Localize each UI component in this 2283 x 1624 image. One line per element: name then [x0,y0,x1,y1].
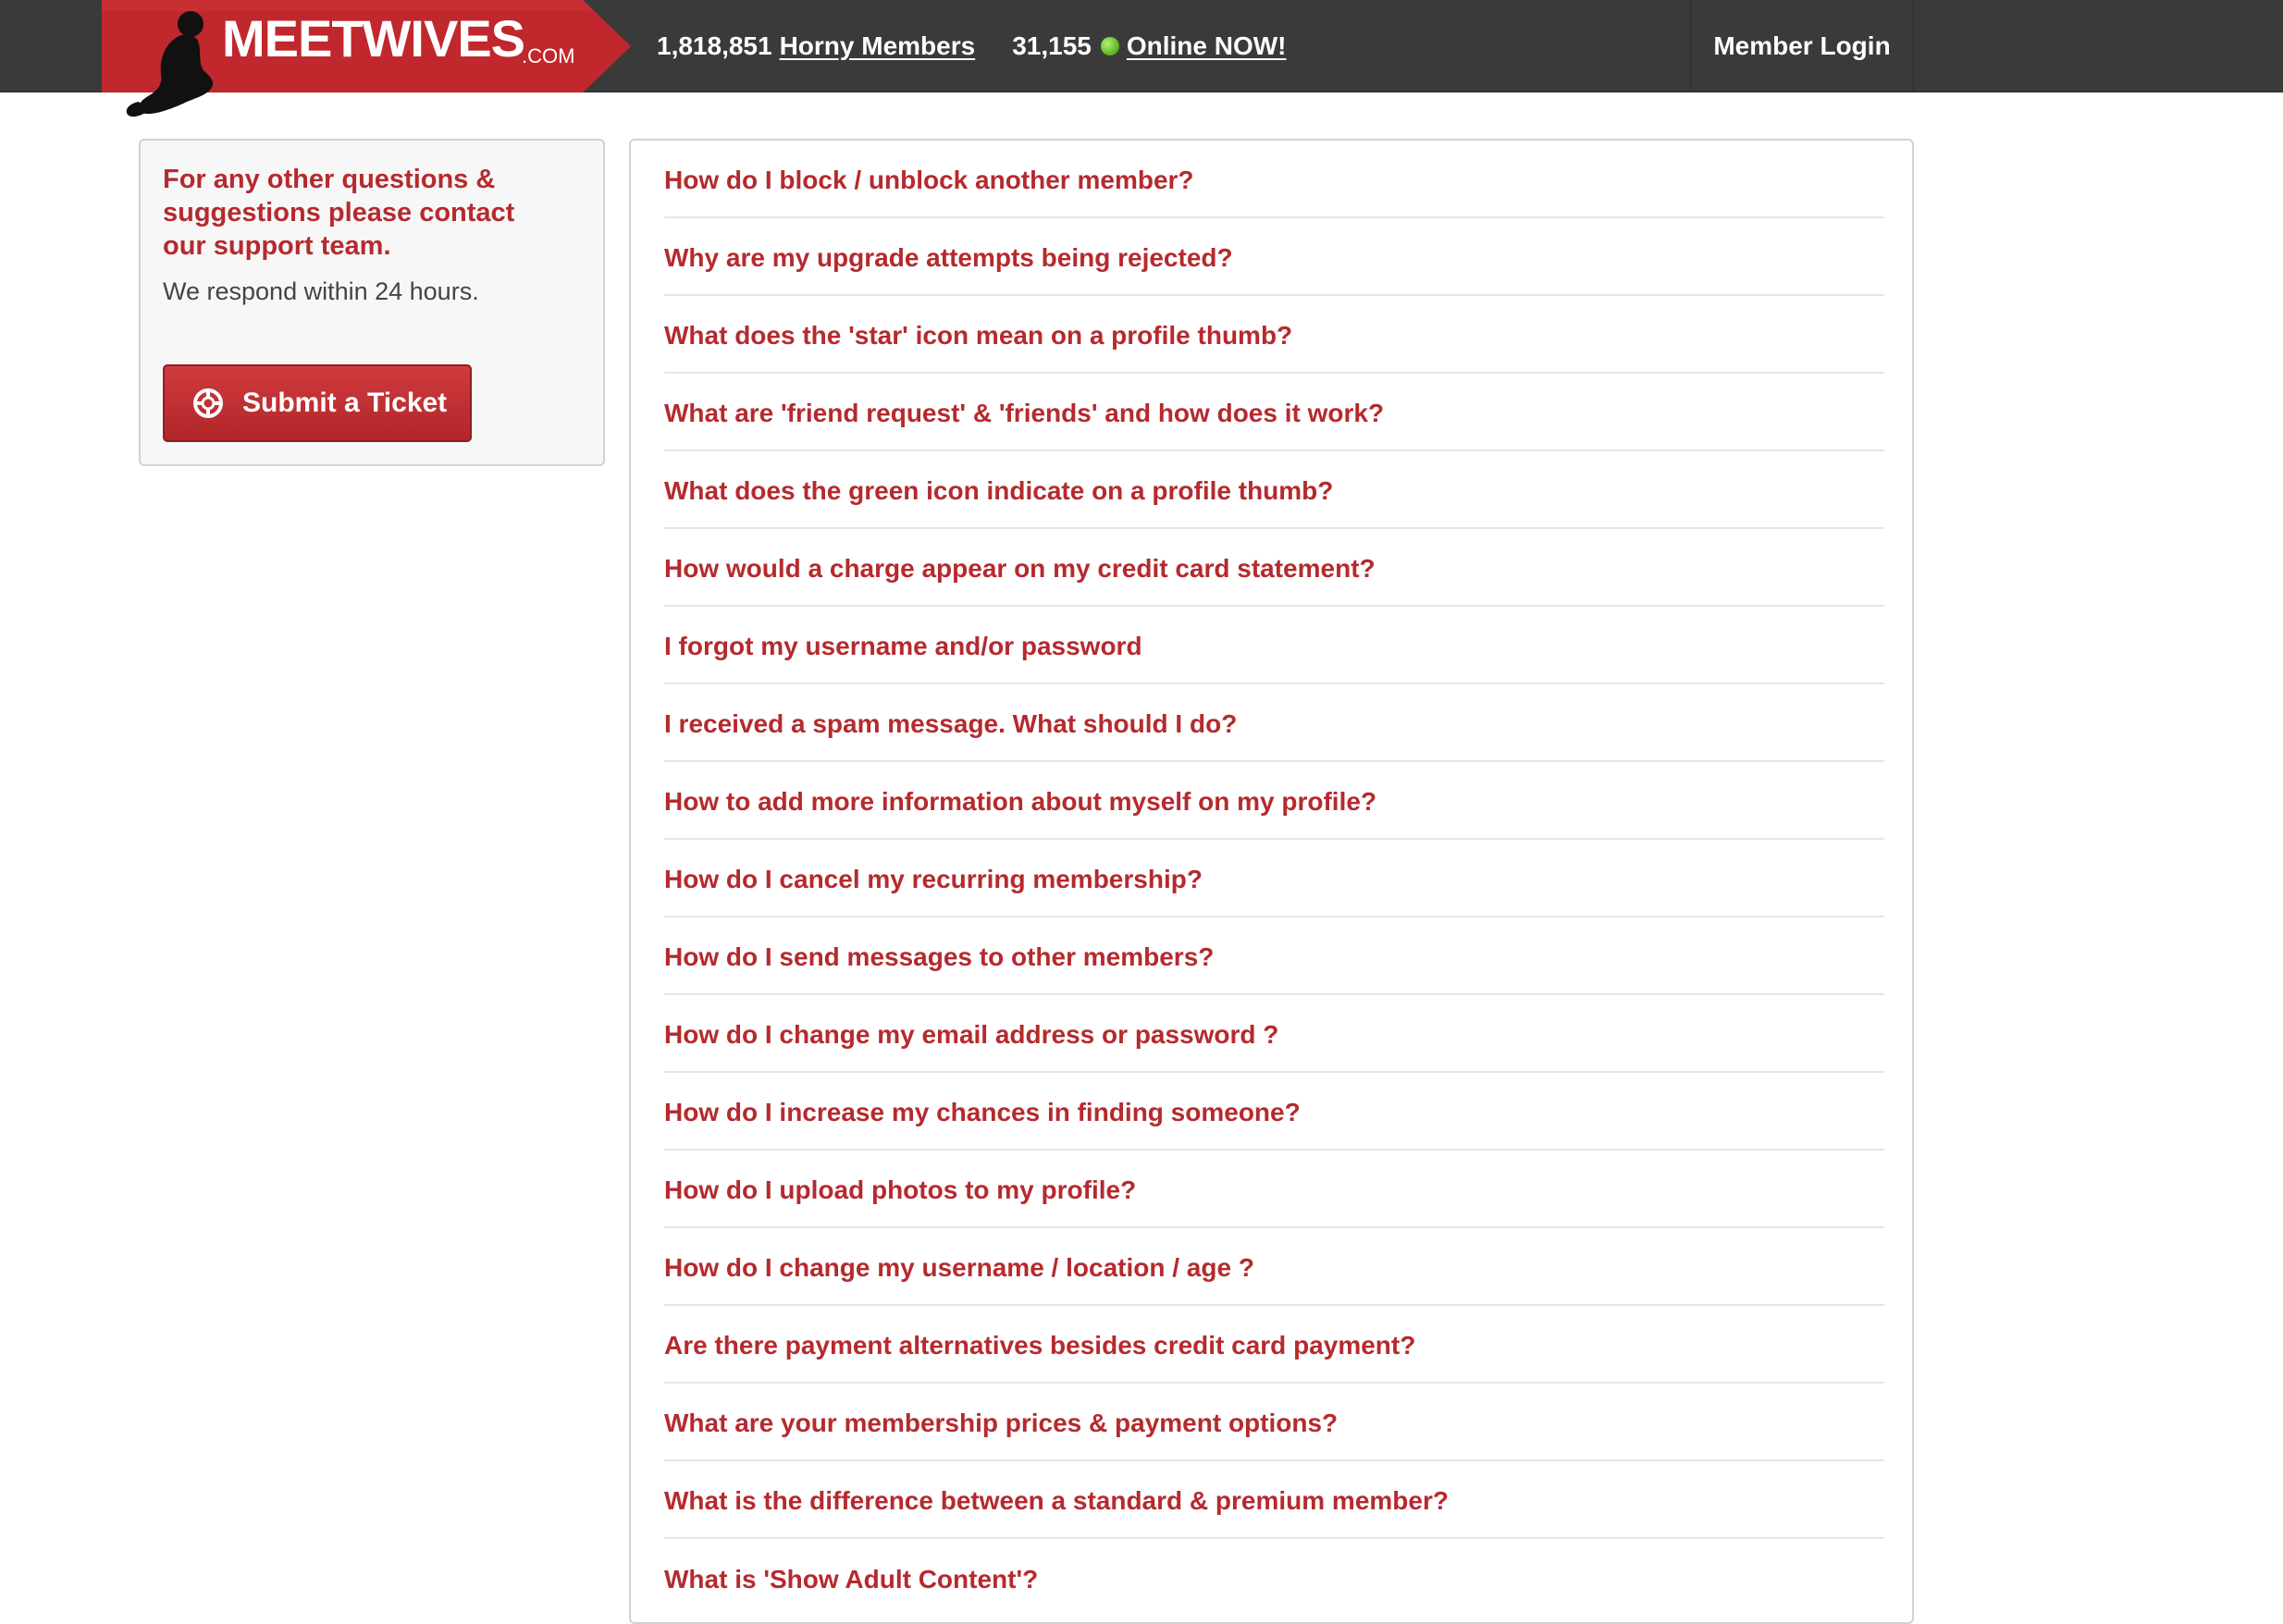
submit-ticket-label: Submit a Ticket [242,388,448,418]
faq-question-link[interactable]: How do I block / unblock another member? [664,166,1194,195]
faq-item: How do I upload photos to my profile? [664,1150,1884,1228]
faq-item: Are there payment alternatives besides c… [664,1306,1884,1384]
faq-item: What is the difference between a standar… [664,1461,1884,1539]
online-count: 31,155 [1012,31,1092,60]
faq-panel: How do I block / unblock another member?… [629,139,1914,1624]
faq-item: What does the 'star' icon mean on a prof… [664,296,1884,374]
online-now-link[interactable]: Online NOW! [1127,31,1287,61]
faq-item: How do I change my email address or pass… [664,995,1884,1073]
support-box: For any other questions & suggestions pl… [139,139,605,466]
faq-question-link[interactable]: How do I change my username / location /… [664,1253,1254,1283]
faq-question-link[interactable]: What are 'friend request' & 'friends' an… [664,399,1384,428]
faq-item: How do I block / unblock another member? [664,141,1884,218]
faq-question-link[interactable]: How to add more information about myself… [664,787,1376,817]
faq-question-link[interactable]: How do I cancel my recurring membership? [664,865,1203,894]
support-heading: For any other questions & suggestions pl… [163,165,515,261]
faq-item: How would a charge appear on my credit c… [664,529,1884,607]
faq-question-link[interactable]: What is the difference between a standar… [664,1486,1449,1516]
faq-question-link[interactable]: How would a charge appear on my credit c… [664,554,1376,584]
faq-question-link[interactable]: What does the green icon indicate on a p… [664,476,1333,506]
logo-tld: .COM [522,44,575,68]
submit-ticket-button[interactable]: Submit a Ticket [163,364,472,442]
faq-question-link[interactable]: How do I change my email address or pass… [664,1020,1278,1050]
faq-item: Why are my upgrade attempts being reject… [664,218,1884,296]
faq-question-link[interactable]: What is 'Show Adult Content'? [664,1565,1038,1594]
member-login-button[interactable]: Member Login [1690,0,1914,92]
faq-item: What are 'friend request' & 'friends' an… [664,374,1884,451]
faq-question-link[interactable]: I received a spam message. What should I… [664,709,1237,739]
top-navigation-bar: MEETWIVES .COM 1,818,851 Horny Members 3… [0,0,2283,117]
member-count: 1,818,851 [657,31,772,60]
faq-item: I forgot my username and/or password [664,607,1884,684]
lifebuoy-icon [193,388,223,418]
faq-question-link[interactable]: What does the 'star' icon mean on a prof… [664,321,1292,351]
faq-item: How do I increase my chances in finding … [664,1073,1884,1150]
faq-item: How do I cancel my recurring membership? [664,840,1884,917]
faq-item: What are your membership prices & paymen… [664,1384,1884,1461]
faq-question-link[interactable]: How do I increase my chances in finding … [664,1098,1301,1127]
faq-question-link[interactable]: Are there payment alternatives besides c… [664,1331,1415,1360]
support-response-text: We respond within 24 hours. [163,277,479,305]
faq-item: What does the green icon indicate on a p… [664,451,1884,529]
faq-item: How to add more information about myself… [664,762,1884,840]
member-stats: 1,818,851 Horny Members 31,155 Online NO… [657,0,1287,92]
faq-question-link[interactable]: How do I upload photos to my profile? [664,1175,1136,1205]
faq-item: How do I change my username / location /… [664,1228,1884,1306]
faq-question-link[interactable]: I forgot my username and/or password [664,632,1142,661]
site-logo[interactable]: MEETWIVES .COM [102,0,631,117]
faq-item: How do I send messages to other members? [664,917,1884,995]
faq-list: How do I block / unblock another member?… [664,141,1884,1617]
faq-question-link[interactable]: How do I send messages to other members? [664,942,1214,972]
faq-question-link[interactable]: What are your membership prices & paymen… [664,1409,1338,1438]
horny-members-link[interactable]: Horny Members [780,31,976,61]
logo-wordmark: MEETWIVES [222,9,525,68]
faq-item: I received a spam message. What should I… [664,684,1884,762]
faq-item: What is 'Show Adult Content'? [664,1539,1884,1617]
faq-question-link[interactable]: Why are my upgrade attempts being reject… [664,243,1233,273]
online-dot-icon [1100,37,1119,55]
